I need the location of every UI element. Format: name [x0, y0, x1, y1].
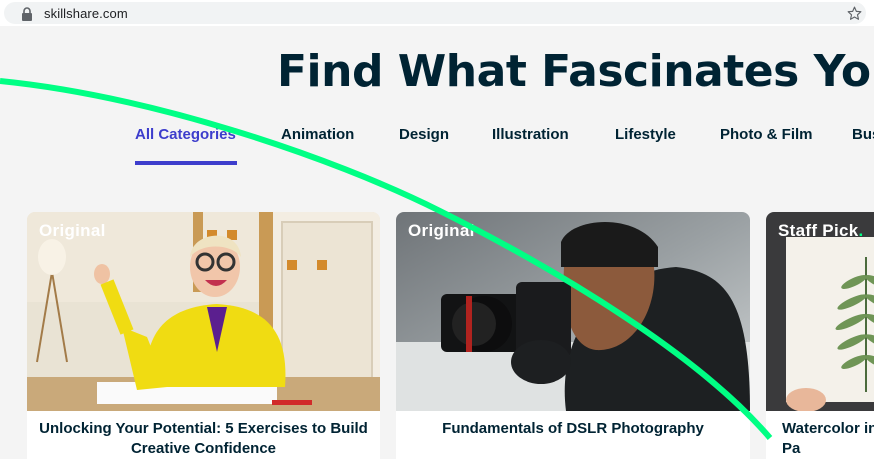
- tab-photo-film[interactable]: Photo & Film: [720, 126, 813, 143]
- tab-animation[interactable]: Animation: [281, 126, 354, 143]
- tab-business[interactable]: Bus: [852, 126, 874, 143]
- tab-all-categories[interactable]: All Categories: [135, 126, 236, 143]
- original-badge: Original: [39, 221, 106, 241]
- page-content: Find What Fascinates You All Categories …: [0, 26, 874, 459]
- badge-text: Original: [39, 221, 106, 240]
- browser-toolbar: skillshare.com: [0, 0, 874, 26]
- lock-icon: [22, 7, 32, 21]
- class-card[interactable]: Original Unlocking Your Potential: 5 Exe…: [27, 212, 380, 459]
- badge-dot: .: [858, 221, 864, 240]
- class-thumbnail[interactable]: Original: [396, 212, 750, 411]
- class-title[interactable]: Watercolor in to Pa: [766, 419, 874, 459]
- class-thumbnail[interactable]: Staff Pick.: [766, 212, 874, 411]
- class-thumbnail[interactable]: Original: [27, 212, 380, 411]
- staff-pick-badge: Staff Pick.: [778, 221, 864, 241]
- teacher-photo: [27, 212, 380, 411]
- class-title[interactable]: Unlocking Your Potential: 5 Exercises to…: [27, 419, 380, 459]
- original-badge: Original: [408, 221, 475, 241]
- tab-lifestyle[interactable]: Lifestyle: [615, 126, 676, 143]
- class-card[interactable]: Original Fundamentals of DSLR Photograph…: [396, 212, 750, 459]
- watercolor-photo: [766, 212, 874, 411]
- active-tab-indicator: [135, 161, 237, 165]
- url-text[interactable]: skillshare.com: [44, 6, 128, 21]
- class-card[interactable]: Staff Pick. Watercolor in to Pa: [766, 212, 874, 459]
- page-title: Find What Fascinates You: [277, 46, 874, 97]
- tab-design[interactable]: Design: [399, 126, 449, 143]
- address-bar[interactable]: skillshare.com: [4, 2, 866, 24]
- class-title[interactable]: Fundamentals of DSLR Photography: [396, 419, 750, 439]
- badge-text: Staff Pick: [778, 221, 859, 240]
- badge-text: Original: [408, 221, 475, 240]
- category-tabs: All Categories Animation Design Illustra…: [0, 126, 874, 166]
- tab-illustration[interactable]: Illustration: [492, 126, 569, 143]
- teacher-photo: [396, 212, 750, 411]
- star-icon[interactable]: [846, 5, 863, 22]
